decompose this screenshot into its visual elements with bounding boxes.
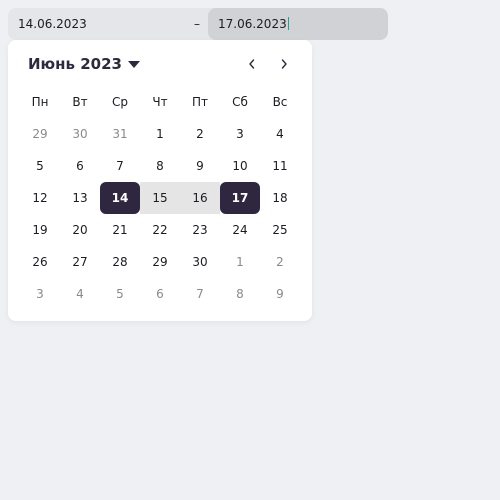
day-cell[interactable]: 5 — [100, 278, 140, 310]
weekday-label: Вт — [72, 95, 88, 109]
range-separator: – — [194, 17, 200, 31]
day-cell[interactable]: 27 — [60, 246, 100, 278]
day-cell[interactable]: 25 — [260, 214, 300, 246]
day-cell[interactable]: 2 — [260, 246, 300, 278]
day-cell[interactable]: 2 — [180, 118, 220, 150]
day-cell[interactable]: 3 — [20, 278, 60, 310]
day-cell[interactable]: 4 — [260, 118, 300, 150]
week-row: 26 27 28 29 30 1 2 — [20, 246, 300, 278]
end-date-value: 17.06.2023 — [218, 17, 287, 31]
day-cell[interactable]: 30 — [60, 118, 100, 150]
day-cell[interactable]: 30 — [180, 246, 220, 278]
week-row: 12 13 14 15 16 17 18 — [20, 182, 300, 214]
day-cell[interactable]: 24 — [220, 214, 260, 246]
caret-down-icon — [127, 60, 140, 68]
next-month-button[interactable] — [274, 52, 294, 76]
month-selector[interactable]: Июнь 2023 — [28, 52, 140, 76]
week-row: 19 20 21 22 23 24 25 — [20, 214, 300, 246]
chevron-right-icon — [281, 59, 287, 69]
weekday-label: Сб — [232, 95, 248, 109]
week-row: 3456789 — [20, 278, 300, 310]
start-date-value: 14.06.2023 — [18, 17, 87, 31]
day-cell[interactable]: 4 — [60, 278, 100, 310]
weekday-label: Пн — [31, 95, 49, 109]
day-cell[interactable]: 5 — [20, 150, 60, 182]
text-cursor — [287, 17, 289, 30]
day-cell[interactable]: 9 — [180, 150, 220, 182]
day-cell[interactable]: 16 — [180, 182, 220, 214]
weekday-label: Вс — [272, 95, 288, 109]
day-cell[interactable]: 10 — [220, 150, 260, 182]
calendar-popup: Июнь 2023 Пн Вт Ср Чт Пт Сб Вс 29 30 31 1 2 3… — [8, 40, 312, 321]
day-cell[interactable]: 1 — [140, 118, 180, 150]
day-cell[interactable]: 20 — [60, 214, 100, 246]
day-cell[interactable]: 13 — [60, 182, 100, 214]
prev-month-button[interactable] — [242, 52, 262, 76]
day-cell[interactable]: 7 — [180, 278, 220, 310]
month-title: Июнь 2023 — [28, 55, 122, 73]
day-cell[interactable]: 21 — [100, 214, 140, 246]
day-cell[interactable]: 29 — [140, 246, 180, 278]
day-cell[interactable]: 19 — [20, 214, 60, 246]
day-cell-selected[interactable]: 17 — [220, 182, 260, 214]
day-cell[interactable]: 15 — [140, 182, 180, 214]
day-cell[interactable]: 26 — [20, 246, 60, 278]
date-range-input: 14.06.2023 – 17.06.2023 — [8, 8, 388, 40]
day-cell-selected[interactable]: 14 — [100, 182, 140, 214]
day-cell[interactable]: 18 — [260, 182, 300, 214]
day-cell[interactable]: 12 — [20, 182, 60, 214]
start-date-field[interactable]: 14.06.2023 — [8, 8, 188, 40]
day-cell[interactable]: 6 — [140, 278, 180, 310]
day-cell[interactable]: 9 — [260, 278, 300, 310]
weekday-label: Пт — [191, 95, 208, 109]
day-cell[interactable]: 8 — [220, 278, 260, 310]
day-cell[interactable]: 29 — [20, 118, 60, 150]
day-cell[interactable]: 28 — [100, 246, 140, 278]
week-row: 29 30 31 1 2 3 4 — [20, 118, 300, 150]
weekday-header: Пн Вт Ср Чт Пт Сб Вс — [20, 86, 300, 118]
day-cell[interactable]: 22 — [140, 214, 180, 246]
day-cell[interactable]: 8 — [140, 150, 180, 182]
week-row: 5 6 7 8 9 10 11 — [20, 150, 300, 182]
day-cell[interactable]: 23 — [180, 214, 220, 246]
weekday-label: Ср — [112, 95, 128, 109]
day-cell[interactable]: 1 — [220, 246, 260, 278]
day-cell[interactable]: 7 — [100, 150, 140, 182]
day-cell[interactable]: 11 — [260, 150, 300, 182]
end-date-field[interactable]: 17.06.2023 — [208, 8, 388, 40]
chevron-left-icon — [249, 59, 255, 69]
day-cell[interactable]: 31 — [100, 118, 140, 150]
day-cell[interactable]: 3 — [220, 118, 260, 150]
weekday-label: Чт — [152, 95, 168, 109]
day-cell[interactable]: 6 — [60, 150, 100, 182]
